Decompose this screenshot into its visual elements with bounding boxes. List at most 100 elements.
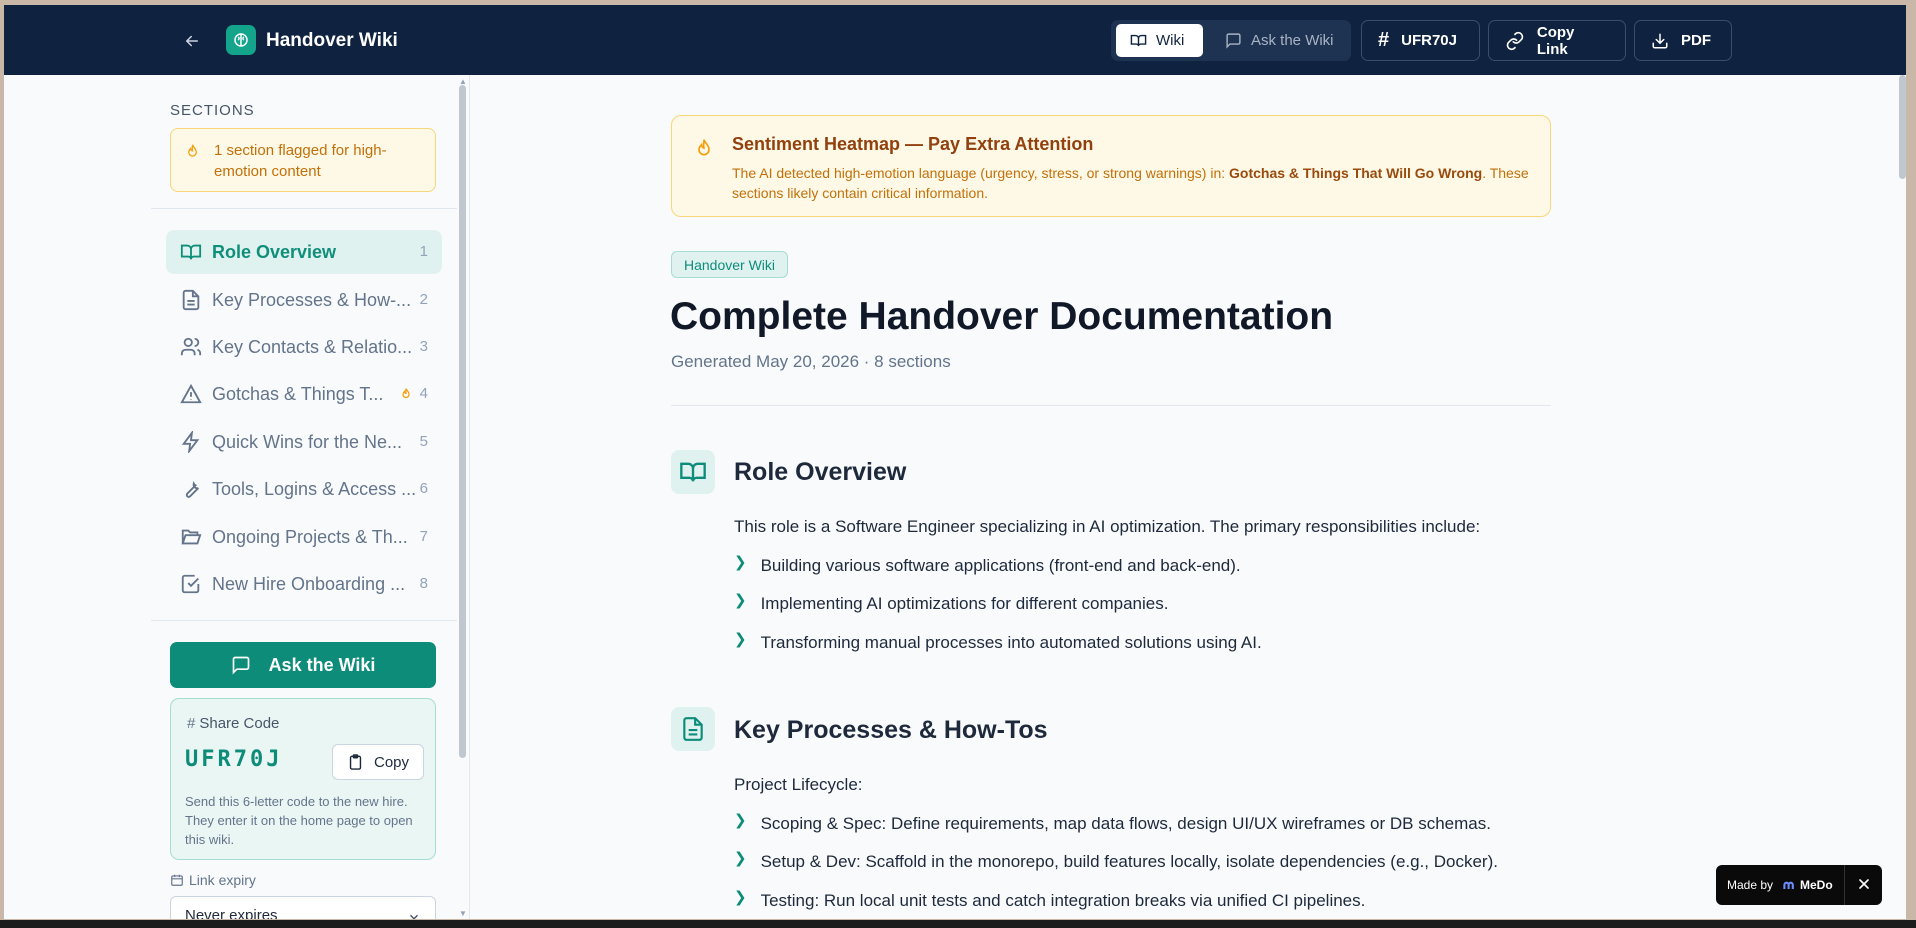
share-code-card: # Share Code UFR70J Copy Send this 6-lett… [170, 698, 436, 860]
clipboard-icon [349, 754, 362, 770]
copy-code-button[interactable]: Copy [332, 744, 424, 780]
list-item-text: Transforming manual processes into autom… [760, 633, 1262, 652]
chevron-right-icon: ❯ [734, 812, 747, 829]
link-expiry-select[interactable]: Never expires [170, 896, 436, 919]
sidebar-item-role-overview[interactable]: Role Overview 1 [166, 230, 442, 274]
book-open-icon [671, 450, 715, 494]
chevron-right-icon: ❯ [734, 631, 747, 648]
sidebar-title: SECTIONS [170, 102, 255, 119]
doc-meta: Generated May 20, 2026 · 8 sections [671, 352, 951, 371]
users-icon [180, 337, 202, 356]
download-icon [1652, 33, 1668, 48]
alert-text-before: The AI detected high-emotion language (u… [732, 165, 1230, 181]
sidebar-item-ongoing-projects[interactable]: Ongoing Projects & Th... 7 [166, 515, 442, 559]
share-code-value: UFR70J [185, 747, 283, 772]
share-code-button-label: UFR70J [1401, 32, 1457, 49]
sidebar-item-label: Gotchas & Things T... [212, 384, 384, 404]
sidebar-item-label: New Hire Onboarding ... [212, 574, 406, 594]
section-intro: Project Lifecycle: [734, 775, 863, 794]
chevron-right-icon: ❯ [734, 889, 747, 906]
list-item: ❯ Implementing AI optimizations for diffe… [734, 592, 1169, 614]
taskbar-strip [0, 920, 1916, 928]
made-by-badge: Made by MeDo [1716, 865, 1882, 905]
app-title: Handover Wiki [266, 30, 398, 51]
pdf-button[interactable]: PDF [1634, 20, 1732, 61]
list-item: ❯ Testing: Run local unit tests and catch… [734, 889, 1366, 911]
sidebar-item-number: 2 [419, 291, 428, 308]
lightning-icon [181, 431, 200, 453]
tab-ask-the-wiki[interactable]: Ask the Wiki [1211, 24, 1348, 57]
sidebar-item-number: 5 [419, 433, 428, 450]
chat-bubble-icon [1226, 33, 1241, 49]
sidebar-item-number: 6 [419, 480, 428, 497]
link-expiry-label: Link expiry [170, 872, 256, 888]
main-scrollbar[interactable] [1899, 75, 1906, 179]
alert-flagged-section-link[interactable]: Gotchas & Things That Will Go Wrong [1229, 165, 1482, 181]
close-icon[interactable] [1856, 876, 1872, 892]
book-open-icon [180, 244, 202, 260]
sidebar-item-gotchas[interactable]: Gotchas & Things T... 4 [166, 372, 442, 416]
sidebar-item-onboarding[interactable]: New Hire Onboarding ... 8 [166, 562, 442, 606]
sidebar-divider [151, 620, 457, 621]
sidebar-item-number: 8 [419, 575, 428, 592]
chat-bubble-icon [232, 656, 249, 675]
copy-link-button[interactable]: Copy Link [1488, 20, 1626, 61]
ask-button-label: Ask the Wiki [268, 654, 376, 675]
sentiment-alert: Sentiment Heatmap — Pay Extra Attention … [671, 115, 1551, 217]
flag-notice-text: 1 section flagged for high-emotion conte… [214, 142, 387, 180]
chevron-right-icon: ❯ [734, 554, 747, 571]
list-item-text: Building various software applications (… [760, 556, 1241, 575]
sidebar-item-number: 4 [419, 385, 428, 402]
tab-wiki-label: Wiki [1156, 32, 1185, 49]
link-expiry-text: Link expiry [189, 872, 256, 888]
view-switcher: Wiki Ask the Wiki [1111, 20, 1351, 61]
sidebar-item-number: 3 [419, 338, 428, 355]
share-code-button[interactable]: # UFR70J [1361, 20, 1480, 61]
calendar-icon [171, 874, 183, 886]
checkbox-icon [181, 574, 200, 594]
sidebar-item-key-processes[interactable]: Key Processes & How-... 2 [166, 278, 442, 322]
sidebar-item-label: Tools, Logins & Access ... [212, 479, 417, 499]
sidebar-item-quick-wins[interactable]: Quick Wins for the Ne... 5 [166, 420, 442, 464]
flag-notice: 1 section flagged for high-emotion conte… [170, 128, 436, 192]
sidebar-item-number: 7 [419, 528, 428, 545]
back-arrow-icon[interactable] [180, 29, 204, 53]
flame-icon [188, 144, 197, 157]
hash-icon: # [1378, 29, 1390, 51]
scroll-down-arrow-icon[interactable]: ▼ [459, 909, 467, 918]
list-item: ❯ Setup & Dev: Scaffold in the monorepo, … [734, 850, 1498, 872]
chevron-down-icon [409, 914, 419, 919]
sidebar-item-label: Key Contacts & Relatio... [212, 337, 413, 357]
page-title: Complete Handover Documentation [670, 295, 1334, 338]
alert-text: The AI detected high-emotion language (u… [732, 163, 1532, 203]
copy-link-label: Copy Link [1536, 23, 1575, 58]
sidebar-item-label: Key Processes & How-... [212, 290, 412, 310]
sidebar-item-label: Quick Wins for the Ne... [212, 432, 403, 452]
tab-ask-label: Ask the Wiki [1251, 32, 1334, 49]
medo-logo[interactable]: MeDo [1783, 878, 1833, 892]
sidebar-item-number: 1 [419, 243, 428, 260]
sidebar-item-key-contacts[interactable]: Key Contacts & Relatio... 3 [166, 325, 442, 369]
list-item: ❯ Transforming manual processes into auto… [734, 631, 1262, 653]
link-icon [1506, 31, 1524, 50]
share-code-title: # Share Code [187, 715, 279, 732]
flame-icon [402, 388, 410, 399]
section-intro: This role is a Software Engineer special… [734, 517, 1481, 536]
top-bar: Handover Wiki Wiki Ask the Wiki # UFR70J… [4, 5, 1906, 75]
title-divider [671, 405, 1551, 406]
copy-code-label: Copy [373, 753, 410, 771]
sidebar-scrollbar[interactable] [459, 85, 466, 758]
sidebar-item-label: Role Overview [212, 242, 337, 262]
sidebar-item-label: Ongoing Projects & Th... [212, 527, 408, 547]
sidebar-item-tools[interactable]: Tools, Logins & Access ... 6 [166, 467, 442, 511]
list-item-text: Testing: Run local unit tests and catch … [760, 891, 1366, 910]
list-item-text: Implementing AI optimizations for differ… [760, 594, 1169, 613]
medo-logo-icon [1783, 881, 1794, 889]
ask-the-wiki-button[interactable]: Ask the Wiki [170, 642, 436, 688]
link-expiry-value: Never expires [185, 907, 278, 919]
tab-wiki[interactable]: Wiki [1116, 24, 1203, 57]
list-item: ❯ Scoping & Spec: Define requirements, ma… [734, 812, 1491, 834]
warning-triangle-icon [180, 383, 202, 404]
section-title: Role Overview [734, 458, 907, 486]
share-code-title-text: Share Code [199, 715, 280, 732]
